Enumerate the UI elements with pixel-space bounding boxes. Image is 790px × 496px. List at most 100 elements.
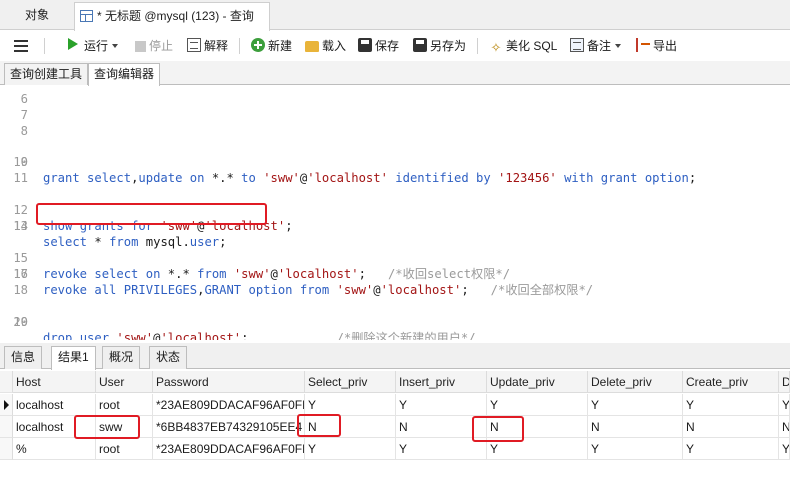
menu-icon[interactable] xyxy=(14,40,28,52)
table-cell[interactable]: Y xyxy=(683,394,779,416)
tab-profile[interactable]: 概况 xyxy=(102,346,141,369)
table-cell[interactable]: Y xyxy=(396,438,487,460)
new-button[interactable]: 新建 xyxy=(251,37,292,55)
new-icon xyxy=(251,38,265,52)
save-as-label: 另存为 xyxy=(430,39,467,53)
magic-wand-icon: ✧ xyxy=(490,40,502,55)
run-label: 运行 xyxy=(84,39,109,53)
column-header[interactable]: Create_priv xyxy=(683,371,779,393)
table-cell[interactable]: Y xyxy=(305,394,396,416)
tab-query-editor[interactable]: 查询编辑器 xyxy=(88,63,161,86)
table-cell[interactable]: Y xyxy=(779,438,790,460)
explain-label: 解释 xyxy=(204,39,229,53)
row-selector[interactable] xyxy=(0,438,13,460)
toolbar: 运行 停止 解释 新建 载入 保存 另存为 ✧ 美化 SQL 备注 导出 xyxy=(0,31,790,61)
beautify-sql-button[interactable]: ✧ 美化 SQL xyxy=(489,37,558,55)
load-button[interactable]: 载入 xyxy=(305,37,346,55)
table-cell[interactable]: N xyxy=(588,416,683,438)
tab-result1[interactable]: 结果1 xyxy=(51,346,96,370)
run-button[interactable]: 运行 xyxy=(68,37,119,55)
column-header[interactable]: D xyxy=(779,371,790,393)
new-label: 新建 xyxy=(268,39,293,53)
toolbar-separator xyxy=(239,38,240,54)
explain-button[interactable]: 解释 xyxy=(187,37,228,55)
stop-label: 停止 xyxy=(149,39,174,53)
code-line-grant: grant select,update on *.* to 'sww'@'loc… xyxy=(43,171,697,185)
line-number: 10 xyxy=(13,155,28,169)
table-cell[interactable]: *23AE809DDACAF96AF0FD xyxy=(153,438,305,460)
result-grid[interactable]: Host User Password Select_priv Insert_pr… xyxy=(0,371,790,496)
table-cell[interactable]: Y xyxy=(305,438,396,460)
play-icon xyxy=(68,38,78,50)
table-cell[interactable]: N xyxy=(487,416,588,438)
table-cell[interactable]: localhost xyxy=(13,416,96,438)
tab-query-builder[interactable]: 查询创建工具 xyxy=(4,63,89,85)
table-cell[interactable]: sww xyxy=(96,416,153,438)
column-header[interactable]: User xyxy=(96,371,153,393)
save-as-icon xyxy=(413,38,427,52)
table-cell[interactable]: N xyxy=(396,416,487,438)
note-icon xyxy=(570,38,584,52)
stop-icon xyxy=(135,41,146,52)
tab-query[interactable]: * 无标题 @mysql (123) - 查询 xyxy=(74,2,270,31)
note-dropdown-icon[interactable] xyxy=(615,44,622,48)
column-header[interactable]: Update_priv xyxy=(487,371,588,393)
export-label: 导出 xyxy=(653,39,678,53)
line-number: 20 xyxy=(13,315,28,329)
table-cell[interactable]: % xyxy=(13,438,96,460)
table-cell[interactable]: Y xyxy=(487,438,588,460)
save-as-button[interactable]: 另存为 xyxy=(413,37,466,55)
save-button[interactable]: 保存 xyxy=(358,37,399,55)
tab-objects[interactable]: 对象 xyxy=(0,2,74,30)
line-number: 6 xyxy=(20,92,28,106)
code-line-revoke-select: revoke select on *.* from 'sww'@'localho… xyxy=(43,267,511,281)
table-cell[interactable]: Y xyxy=(779,394,790,416)
note-label: 备注 xyxy=(587,39,612,53)
beautify-label: 美化 SQL xyxy=(506,39,558,53)
table-cell[interactable]: Y xyxy=(683,438,779,460)
table-cell[interactable]: *6BB4837EB74329105EE4 xyxy=(153,416,305,438)
note-button[interactable]: 备注 xyxy=(570,37,622,55)
table-cell[interactable]: Y xyxy=(396,394,487,416)
save-label: 保存 xyxy=(375,39,400,53)
result-tabs: 信息 结果1 概况 状态 xyxy=(0,343,790,370)
table-cell[interactable]: N xyxy=(779,416,790,438)
column-header[interactable]: Select_priv xyxy=(305,371,396,393)
line-number: 18 xyxy=(13,283,28,297)
table-cell[interactable]: localhost xyxy=(13,394,96,416)
save-icon xyxy=(358,38,372,52)
tab-info[interactable]: 信息 xyxy=(4,346,43,369)
column-header[interactable]: Host xyxy=(13,371,96,393)
stop-button[interactable]: 停止 xyxy=(135,37,173,55)
table-cell[interactable]: root xyxy=(96,438,153,460)
folder-icon xyxy=(305,41,319,52)
toolbar-separator xyxy=(44,38,45,54)
code-line-drop-user: drop user 'sww'@'localhost'; /*删除这个新建的用户… xyxy=(43,331,476,340)
export-button[interactable]: 导出 xyxy=(636,37,677,55)
line-number: 11 xyxy=(13,171,28,185)
table-cell[interactable]: N xyxy=(683,416,779,438)
row-selector[interactable] xyxy=(0,394,13,416)
editor-mode-tabs: 查询创建工具 查询编辑器 xyxy=(0,61,790,86)
table-cell[interactable]: *23AE809DDACAF96AF0FD xyxy=(153,394,305,416)
line-number: 7 xyxy=(20,108,28,122)
table-cell[interactable]: Y xyxy=(487,394,588,416)
column-header[interactable]: Delete_priv xyxy=(588,371,683,393)
table-cell[interactable]: N xyxy=(305,416,396,438)
table-cell[interactable]: Y xyxy=(588,394,683,416)
table-cell[interactable]: root xyxy=(96,394,153,416)
table-cell[interactable]: Y xyxy=(588,438,683,460)
column-header[interactable]: Password xyxy=(153,371,305,393)
tab-query-label: * 无标题 @mysql (123) - 查询 xyxy=(97,9,254,23)
sql-editor[interactable]: 6 7 8 9 grant select,update on *.* to 's… xyxy=(0,86,790,340)
line-number: 8 xyxy=(20,124,28,138)
tab-status[interactable]: 状态 xyxy=(149,346,188,369)
run-dropdown-icon[interactable] xyxy=(112,44,119,48)
load-label: 载入 xyxy=(322,39,347,53)
code-line-show-grants: show grants for 'sww'@'localhost'; xyxy=(43,219,293,233)
current-row-icon xyxy=(4,400,9,410)
row-selector[interactable] xyxy=(0,416,13,438)
code-line-revoke-all: revoke all PRIVILEGES,GRANT option from … xyxy=(43,283,594,297)
column-header[interactable]: Insert_priv xyxy=(396,371,487,393)
query-table-icon xyxy=(80,10,93,22)
